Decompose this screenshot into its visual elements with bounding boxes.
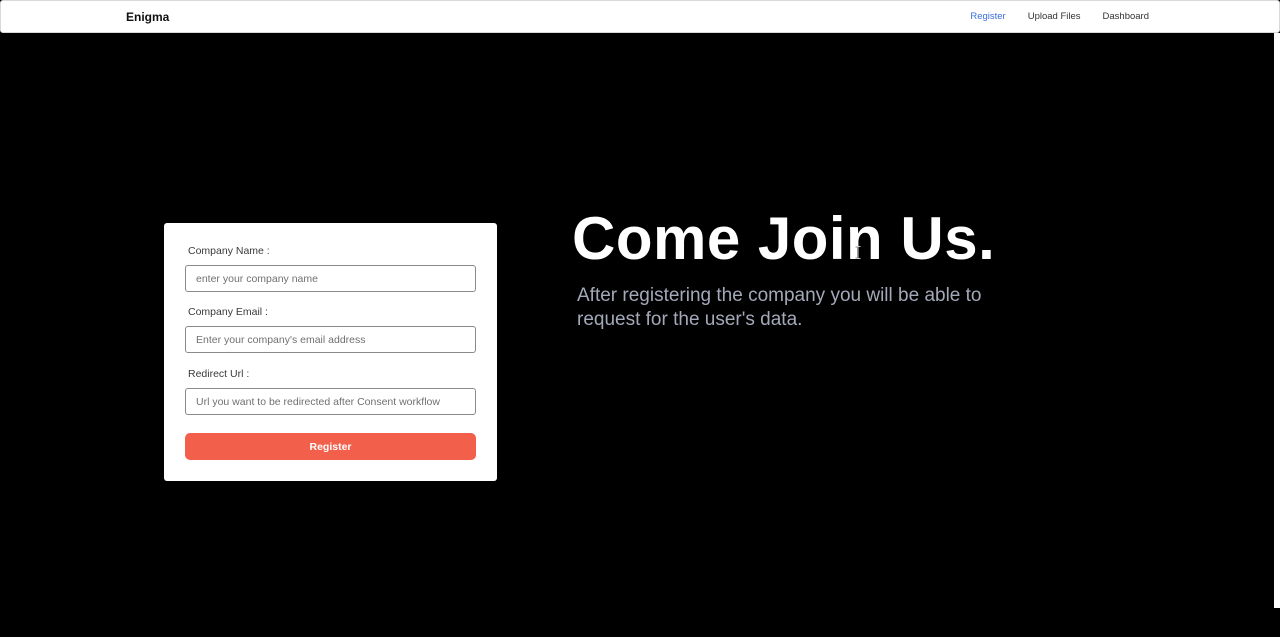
nav-link-register[interactable]: Register <box>970 11 1005 22</box>
company-email-label: Company Email : <box>188 306 268 318</box>
top-navbar: Enigma Register Upload Files Dashboard <box>0 0 1280 33</box>
scrollbar-track <box>1274 33 1280 608</box>
text-cursor-icon <box>855 246 861 259</box>
nav-link-upload-files[interactable]: Upload Files <box>1028 11 1081 22</box>
register-button[interactable]: Register <box>185 433 476 460</box>
company-name-input[interactable] <box>185 265 476 292</box>
registration-card: Company Name : Company Email : Redirect … <box>164 223 497 481</box>
hero-title: Come Join Us. <box>572 205 996 272</box>
company-name-label: Company Name : <box>188 245 270 257</box>
brand-logo[interactable]: Enigma <box>126 10 169 24</box>
redirect-url-input[interactable] <box>185 388 476 415</box>
nav-link-dashboard[interactable]: Dashboard <box>1103 11 1149 22</box>
company-email-input[interactable] <box>185 326 476 353</box>
nav-links: Register Upload Files Dashboard <box>970 11 1149 22</box>
redirect-url-label: Redirect Url : <box>188 368 250 380</box>
hero-subtitle: After registering the company you will b… <box>577 285 982 330</box>
